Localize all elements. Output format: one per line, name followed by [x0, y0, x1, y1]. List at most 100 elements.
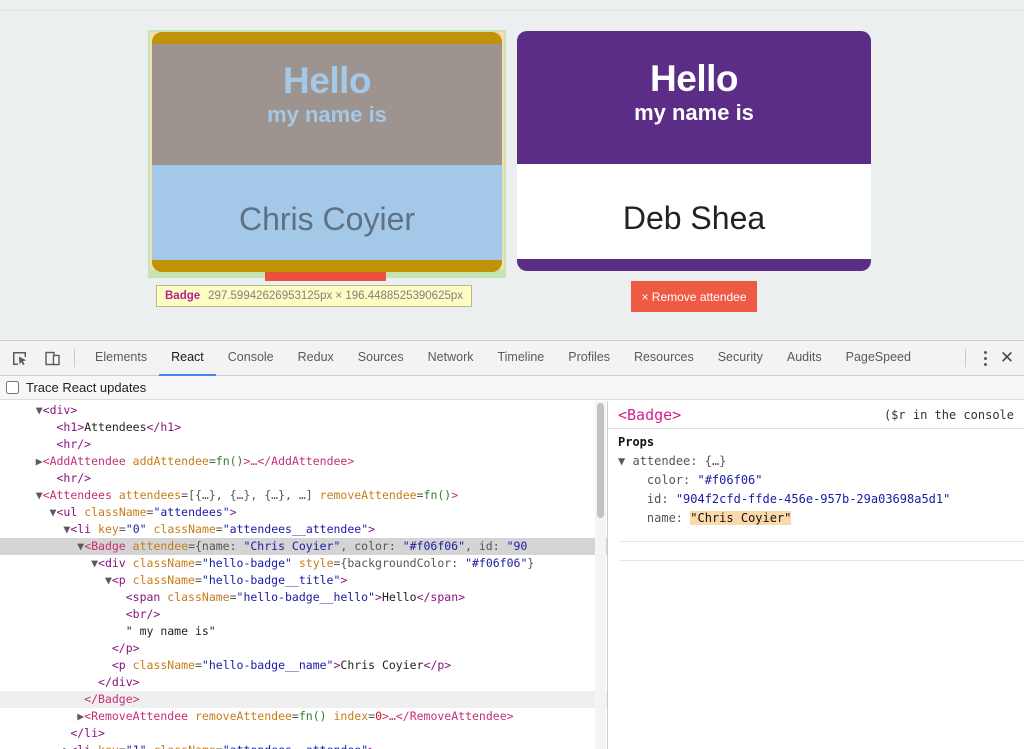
- tree-token-tag: >: [368, 743, 375, 749]
- tree-token-num: 0: [375, 709, 382, 723]
- tab-network[interactable]: Network: [416, 341, 486, 376]
- device-toolbar-icon[interactable]: [38, 344, 66, 372]
- tree-row[interactable]: " my name is": [0, 623, 607, 640]
- props-entry-value[interactable]: "Chris Coyier": [690, 511, 792, 525]
- tree-row[interactable]: <h1>Attendees</h1>: [0, 419, 607, 436]
- props-entry-row[interactable]: id: "904f2cfd-ffde-456e-957b-29a03698a5d…: [618, 490, 1024, 509]
- tree-row[interactable]: ▼<div className="hello-badge" style={bac…: [0, 555, 607, 572]
- tab-console[interactable]: Console: [216, 341, 286, 376]
- trace-react-updates-bar: Trace React updates: [0, 376, 1024, 400]
- chevron-down-icon[interactable]: ▼: [91, 556, 98, 570]
- tree-token-punc: =: [119, 743, 126, 749]
- inspect-element-icon[interactable]: [5, 344, 33, 372]
- badge-card-deb-shea[interactable]: Hello my name is Deb Shea: [517, 31, 871, 271]
- tree-row[interactable]: ▼<div>: [0, 402, 607, 419]
- props-entry-indent: [618, 492, 647, 506]
- props-entry-indent: [618, 473, 647, 487]
- props-entry-value[interactable]: "904f2cfd-ffde-456e-957b-29a03698a5d1": [676, 492, 951, 506]
- tab-profiles[interactable]: Profiles: [556, 341, 622, 376]
- badge-header: Hello my name is: [517, 31, 871, 164]
- inspector-measurement-tooltip: Badge 297.59942626953125px × 196.4488525…: [156, 285, 473, 307]
- tree-scrollbar[interactable]: [595, 401, 606, 749]
- tree-token-str: "hello-badge__name": [201, 658, 334, 672]
- tree-row[interactable]: <p className="hello-badge__name">Chris C…: [0, 657, 607, 674]
- tree-token-str: "0": [125, 522, 147, 536]
- badge-subtitle-text: my name is: [634, 100, 754, 125]
- tree-row[interactable]: </p>: [0, 640, 607, 657]
- tree-token-sp: [91, 743, 98, 749]
- tree-row[interactable]: ▼<Attendees attendees=[{…}, {…}, {…}, …]…: [0, 487, 607, 504]
- tree-token-comp: <AddAttendee: [42, 454, 126, 468]
- tab-resources[interactable]: Resources: [622, 341, 706, 376]
- tree-row[interactable]: <hr/>: [0, 470, 607, 487]
- tree-token-tag: </p>: [423, 658, 452, 672]
- tree-row[interactable]: ▼<p className="hello-badge__title">: [0, 572, 607, 589]
- tab-sources[interactable]: Sources: [346, 341, 416, 376]
- tree-scrollbar-thumb[interactable]: [597, 403, 604, 518]
- tree-row[interactable]: <br/>: [0, 606, 607, 623]
- tree-token-attr: className: [132, 573, 195, 587]
- chevron-down-icon[interactable]: ▼: [105, 573, 112, 587]
- tree-row[interactable]: ▶<AddAttendee addAttendee=fn()>…</AddAtt…: [0, 453, 607, 470]
- tree-token-punc: , id:: [465, 539, 507, 553]
- tree-token-tag: <li: [70, 522, 92, 536]
- tree-row[interactable]: ▶<RemoveAttendee removeAttendee=fn() ind…: [0, 708, 607, 725]
- tree-token-str: "1": [126, 743, 147, 749]
- tree-row[interactable]: <span className="hello-badge__hello">Hel…: [0, 589, 607, 606]
- tree-token-attr: className: [132, 556, 195, 570]
- tree-token-tag: <p: [111, 658, 126, 672]
- tab-timeline[interactable]: Timeline: [485, 341, 556, 376]
- chevron-down-icon[interactable]: ▼: [618, 454, 625, 468]
- tab-elements[interactable]: Elements: [83, 341, 159, 376]
- trace-react-updates-label: Trace React updates: [26, 380, 147, 395]
- props-root-key: attendee: {…}: [632, 454, 727, 468]
- tree-row[interactable]: ▶<li key="1" className="attendees__atten…: [0, 742, 607, 749]
- devtools-react-inspector-screen: Hello my name is Chris Coyier Badge 297.…: [0, 0, 1024, 749]
- chevron-down-icon[interactable]: ▼: [36, 403, 43, 417]
- badge-card-chris-coyier[interactable]: Hello my name is Chris Coyier: [152, 32, 502, 272]
- props-root-row[interactable]: ▼ attendee: {…}: [618, 452, 1024, 471]
- tree-token-str: "attendees": [153, 505, 230, 519]
- remove-attendee-button[interactable]: × Remove attendee: [631, 281, 757, 312]
- tree-row[interactable]: </Badge>: [0, 691, 607, 708]
- remove-button-highlight-bar: [265, 272, 386, 281]
- tree-token-text: Attendees: [84, 420, 147, 434]
- tab-pagespeed[interactable]: PageSpeed: [834, 341, 923, 376]
- tree-token-sp: [292, 556, 299, 570]
- close-icon[interactable]: ✕: [996, 346, 1018, 370]
- chevron-right-icon[interactable]: ▶: [36, 454, 43, 468]
- props-entry-row[interactable]: name: "Chris Coyier": [618, 509, 1024, 528]
- tree-token-tag: <ul: [56, 505, 78, 519]
- props-entry-value[interactable]: "#f06f06": [697, 473, 762, 487]
- devtools-panel: Elements React Console Redux Sources Network T…: [0, 340, 1024, 749]
- react-component-tree-panel[interactable]: ▼<div> <h1>Attendees</h1> <hr/> ▶<AddAtt…: [0, 401, 608, 749]
- tree-token-tag: </li>: [70, 726, 105, 740]
- kebab-menu-icon[interactable]: [974, 346, 996, 370]
- tree-token-comp: </Badge>: [84, 692, 140, 706]
- tree-token-fn: fn(): [423, 488, 452, 502]
- tree-row[interactable]: ▼<ul className="attendees">: [0, 504, 607, 521]
- tab-security[interactable]: Security: [706, 341, 775, 376]
- tree-row[interactable]: </li>: [0, 725, 607, 742]
- tree-row[interactable]: </div>: [0, 674, 607, 691]
- tree-row[interactable]: ▼<Badge attendee={name: "Chris Coyier", …: [0, 538, 607, 555]
- trace-react-updates-checkbox[interactable]: [6, 381, 19, 394]
- tree-token-punc: , color:: [340, 539, 403, 553]
- tree-row[interactable]: ▼<li key="0" className="attendees__atten…: [0, 521, 607, 538]
- badge-name-text: Chris Coyier: [238, 201, 416, 237]
- tree-token-attr: attendees: [118, 488, 182, 502]
- chevron-down-icon[interactable]: ▼: [36, 488, 43, 502]
- badge-name-text: Deb Shea: [622, 200, 766, 236]
- measurement-tag-label: Badge: [165, 290, 201, 302]
- props-header: <Badge> ($r in the console: [608, 401, 1024, 429]
- badge-header: Hello my name is: [152, 44, 502, 165]
- tree-row[interactable]: <hr/>: [0, 436, 607, 453]
- props-entry-row[interactable]: color: "#f06f06": [618, 471, 1024, 490]
- tab-react[interactable]: React: [159, 341, 216, 376]
- tab-audits[interactable]: Audits: [775, 341, 834, 376]
- tab-redux[interactable]: Redux: [286, 341, 346, 376]
